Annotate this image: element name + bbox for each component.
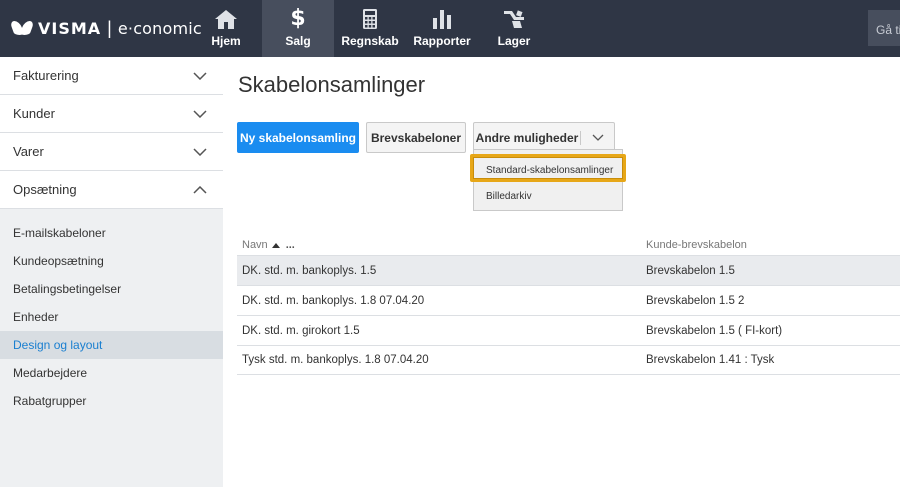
cell-name: Tysk std. m. bankoplys. 1.8 07.04.20 — [242, 354, 429, 366]
sort-ascending-icon — [271, 242, 280, 248]
template-collections-table: Navn ... Kunde-brevskabelon DK. std. m. … — [237, 235, 900, 375]
table-row[interactable]: DK. std. m. girokort 1.5 Brevskabelon 1.… — [237, 315, 900, 345]
menu-item-image-archive[interactable]: Billedarkiv — [474, 183, 622, 211]
visma-logo-icon — [12, 21, 34, 35]
bar-chart-icon — [432, 7, 452, 31]
column-menu-icon[interactable]: ... — [286, 239, 295, 251]
chevron-down-icon — [193, 71, 207, 80]
sidebar-section-label: Varer — [13, 144, 44, 159]
chevron-down-icon — [193, 147, 207, 156]
dollar-icon: $ — [290, 6, 306, 31]
menu-item-standard-template-collections[interactable]: Standard-skabelonsamlinger — [470, 154, 626, 182]
nav-item-salg[interactable]: $ Salg — [262, 0, 334, 57]
logo[interactable]: VISMA | e·conomic — [12, 17, 202, 39]
logo-separator: | — [107, 17, 112, 38]
cell-name: DK. std. m. girokort 1.5 — [242, 324, 360, 337]
table-header: Navn ... Kunde-brevskabelon — [237, 235, 900, 255]
cell-template: Brevskabelon 1.41 : Tysk — [646, 354, 775, 366]
column-header-label: Navn — [242, 239, 268, 251]
cell-template: Brevskabelon 1.5 — [646, 264, 735, 277]
cell-template: Brevskabelon 1.5 ( FI-kort) — [646, 324, 783, 337]
table-row[interactable]: DK. std. m. bankoplys. 1.5 Brevskabelon … — [237, 255, 900, 285]
table-row[interactable]: DK. std. m. bankoplys. 1.8 07.04.20 Brev… — [237, 285, 900, 315]
sidebar-section-label: Kunder — [13, 106, 55, 121]
sidebar-item-rabatgrupper[interactable]: Rabatgrupper — [0, 387, 223, 415]
chevron-down-icon[interactable] — [581, 134, 614, 141]
column-header-name[interactable]: Navn ... — [237, 239, 642, 251]
calculator-icon — [362, 7, 378, 31]
nav-label: Regnskab — [341, 34, 399, 48]
cell-name: DK. std. m. bankoplys. 1.8 07.04.20 — [242, 294, 425, 307]
chevron-up-icon — [193, 185, 207, 194]
sidebar-section-label: Opsætning — [13, 182, 77, 197]
cell-template: Brevskabelon 1.5 2 — [646, 294, 745, 307]
sidebar-section-opsaetning[interactable]: Opsætning — [0, 171, 223, 209]
sidebar-item-betalingsbetingelser[interactable]: Betalingsbetingelser — [0, 275, 223, 303]
nav-label: Salg — [285, 34, 311, 48]
logo-brand: VISMA — [38, 18, 102, 38]
sidebar: Fakturering Kunder Varer Opsætning E-mai… — [0, 57, 223, 487]
more-options-label[interactable]: Andre muligheder — [474, 130, 581, 145]
sidebar-section-fakturering[interactable]: Fakturering — [0, 57, 223, 95]
sidebar-item-medarbejdere[interactable]: Medarbejdere — [0, 359, 223, 387]
sidebar-item-e-mailskabeloner[interactable]: E-mailskabeloner — [0, 219, 223, 247]
main-content: Skabelonsamlinger Ny skabelonsamling Bre… — [223, 57, 900, 487]
sidebar-item-kundeopsaetning[interactable]: Kundeopsætning — [0, 247, 223, 275]
sidebar-section-label: Fakturering — [13, 68, 79, 83]
sidebar-submenu: E-mailskabeloner Kundeopsætning Betaling… — [0, 209, 223, 415]
nav-item-regnskab[interactable]: Regnskab — [334, 0, 406, 57]
new-template-collection-button[interactable]: Ny skabelonsamling — [237, 122, 359, 153]
nav-item-lager[interactable]: Lager — [478, 0, 550, 57]
chevron-down-icon — [193, 109, 207, 118]
nav-label: Rapporter — [413, 34, 471, 48]
cell-name: DK. std. m. bankoplys. 1.5 — [242, 264, 377, 277]
sidebar-section-varer[interactable]: Varer — [0, 133, 223, 171]
main-nav: Hjem $ Salg Regnskab Rapporter Lager — [190, 0, 550, 57]
sidebar-section-kunder[interactable]: Kunder — [0, 95, 223, 133]
search-input[interactable]: Gå ti — [868, 10, 900, 46]
home-icon — [214, 7, 238, 31]
nav-item-hjem[interactable]: Hjem — [190, 0, 262, 57]
more-options-menu: Standard-skabelonsamlinger Billedarkiv — [470, 149, 626, 211]
sidebar-item-enheder[interactable]: Enheder — [0, 303, 223, 331]
nav-label: Hjem — [211, 34, 241, 48]
column-header-template[interactable]: Kunde-brevskabelon — [642, 239, 900, 251]
nav-label: Lager — [497, 34, 531, 48]
page-title: Skabelonsamlinger — [238, 72, 426, 97]
sidebar-item-design-og-layout[interactable]: Design og layout — [0, 331, 223, 359]
letter-templates-button[interactable]: Brevskabeloner — [366, 122, 466, 153]
top-bar: VISMA | e·conomic Hjem $ Salg Regnskab R… — [0, 0, 900, 57]
nav-item-rapporter[interactable]: Rapporter — [406, 0, 478, 57]
forklift-icon — [502, 7, 526, 31]
table-row[interactable]: Tysk std. m. bankoplys. 1.8 07.04.20 Bre… — [237, 345, 900, 375]
